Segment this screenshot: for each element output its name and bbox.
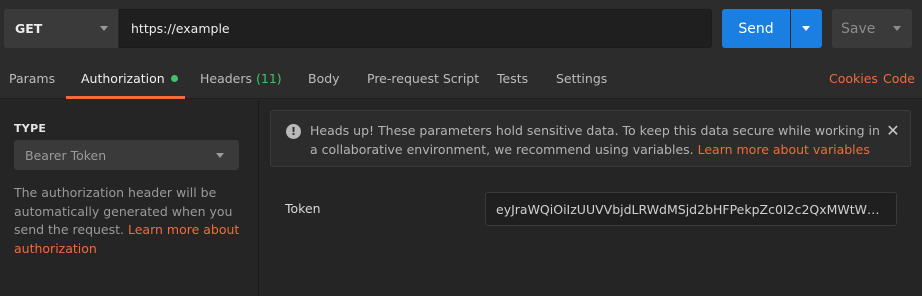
- notice-text: Heads up! These parameters hold sensitiv…: [310, 121, 880, 159]
- chevron-down-icon: [216, 153, 224, 158]
- tab-headers-label: Headers: [200, 71, 253, 86]
- sensitive-data-notice: ! Heads up! These parameters hold sensit…: [270, 110, 911, 167]
- tab-params[interactable]: Params: [9, 58, 55, 99]
- token-input[interactable]: [485, 192, 897, 226]
- tab-settings[interactable]: Settings: [556, 58, 607, 99]
- url-input[interactable]: [119, 9, 712, 48]
- learn-more-variables-link[interactable]: Learn more about variables: [698, 142, 870, 157]
- send-button[interactable]: Send: [722, 9, 790, 48]
- tab-authorization-label: Authorization: [81, 71, 165, 86]
- auth-type-value: Bearer Token: [25, 147, 107, 163]
- close-icon[interactable]: ✕: [885, 123, 901, 139]
- tab-tests[interactable]: Tests: [497, 58, 528, 99]
- warning-icon: !: [286, 124, 301, 139]
- request-bar: GET Send Save: [0, 0, 922, 58]
- headers-count-badge: (11): [256, 71, 282, 86]
- save-button[interactable]: Save: [832, 9, 912, 48]
- tab-headers[interactable]: Headers (11): [200, 58, 282, 99]
- tab-body[interactable]: Body: [308, 58, 340, 99]
- auth-type-panel: TYPE Bearer Token The authorization head…: [0, 100, 259, 296]
- token-label: Token: [285, 201, 321, 216]
- save-label: Save: [841, 20, 876, 37]
- auth-type-select[interactable]: Bearer Token: [14, 140, 239, 170]
- code-link[interactable]: Code: [883, 58, 915, 99]
- tab-authorization[interactable]: Authorization: [81, 58, 178, 99]
- chevron-down-icon: [100, 26, 108, 31]
- tab-prerequest-script[interactable]: Pre-request Script: [367, 58, 479, 99]
- request-tabs: Params Authorization Headers (11) Body P…: [0, 58, 922, 99]
- chevron-down-icon: [802, 26, 810, 31]
- method-select[interactable]: GET: [4, 9, 118, 48]
- send-options-button[interactable]: [791, 9, 822, 48]
- auth-help-text: The authorization header will be automat…: [14, 184, 246, 258]
- active-tab-indicator: [66, 96, 185, 99]
- chevron-down-icon: [893, 26, 901, 31]
- status-dot-icon: [170, 75, 178, 82]
- type-label: TYPE: [14, 122, 47, 135]
- cookies-link[interactable]: Cookies: [829, 58, 878, 99]
- method-label: GET: [15, 21, 43, 36]
